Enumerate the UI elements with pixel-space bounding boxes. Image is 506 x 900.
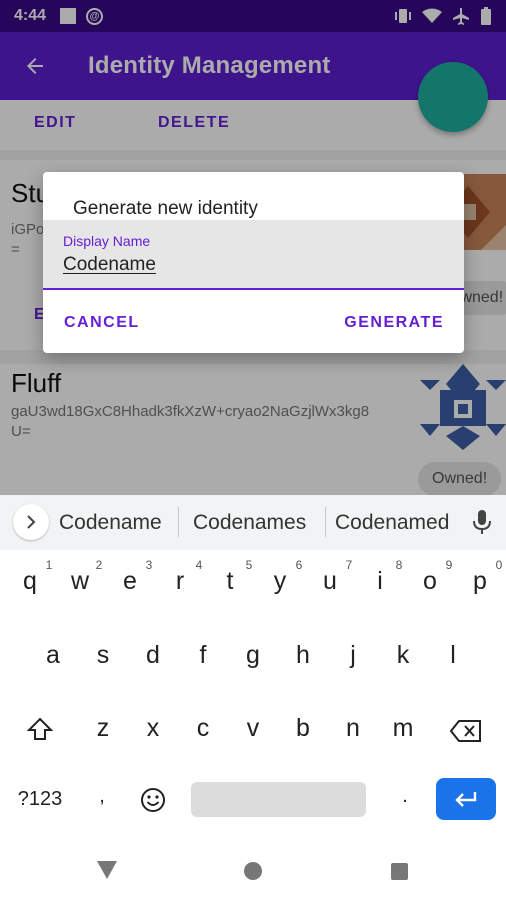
cancel-button[interactable]: CANCEL bbox=[64, 314, 140, 332]
key-v[interactable]: v bbox=[228, 714, 278, 743]
enter-arrow-icon bbox=[455, 792, 477, 807]
key-a[interactable]: a bbox=[28, 641, 78, 670]
dialog-title: Generate new identity bbox=[73, 198, 258, 219]
emoji-icon[interactable] bbox=[140, 787, 166, 813]
chevron-right-icon bbox=[27, 515, 36, 529]
key-j[interactable]: j bbox=[328, 641, 378, 670]
key-z[interactable]: z bbox=[78, 714, 128, 743]
key-hint: 0 bbox=[495, 558, 503, 572]
key-c[interactable]: c bbox=[178, 714, 228, 743]
shift-icon[interactable] bbox=[27, 717, 53, 741]
suggestion-item[interactable]: Codenames bbox=[193, 511, 306, 535]
key-n[interactable]: n bbox=[328, 714, 378, 743]
display-name-input[interactable]: Codename bbox=[63, 254, 156, 276]
key-m[interactable]: m bbox=[378, 714, 428, 743]
soft-keyboard: Codename Codenames Codenamed ?123 , . q1… bbox=[0, 495, 506, 835]
backspace-icon[interactable] bbox=[450, 720, 482, 742]
key-l[interactable]: l bbox=[428, 641, 478, 670]
key-f[interactable]: f bbox=[178, 641, 228, 670]
period-key[interactable]: . bbox=[395, 785, 415, 808]
key-s[interactable]: s bbox=[78, 641, 128, 670]
generate-button[interactable]: GENERATE bbox=[344, 314, 444, 332]
symbols-key[interactable]: ?123 bbox=[14, 788, 66, 811]
nav-home-icon[interactable] bbox=[244, 862, 262, 880]
key-k[interactable]: k bbox=[378, 641, 428, 670]
key-x[interactable]: x bbox=[128, 714, 178, 743]
nav-back-icon[interactable] bbox=[97, 861, 117, 879]
expand-toolbar-button[interactable] bbox=[13, 504, 49, 540]
suggestion-divider bbox=[325, 507, 326, 537]
display-name-field[interactable]: Display Name Codename bbox=[43, 220, 464, 290]
suggestion-item[interactable]: Codenamed bbox=[335, 511, 449, 535]
enter-key[interactable] bbox=[436, 778, 496, 820]
key-b[interactable]: b bbox=[278, 714, 328, 743]
microphone-icon[interactable] bbox=[470, 508, 494, 536]
suggestion-item[interactable]: Codename bbox=[59, 511, 162, 535]
nav-recents-icon[interactable] bbox=[391, 863, 408, 880]
key-g[interactable]: g bbox=[228, 641, 278, 670]
suggestion-divider bbox=[178, 507, 179, 537]
generate-identity-dialog: Generate new identity Display Name Coden… bbox=[43, 172, 464, 353]
key-d[interactable]: d bbox=[128, 641, 178, 670]
display-name-label: Display Name bbox=[63, 233, 151, 249]
comma-key[interactable]: , bbox=[92, 785, 112, 808]
navigation-bar bbox=[0, 835, 506, 900]
suggestion-bar: Codename Codenames Codenamed bbox=[0, 495, 506, 550]
key-h[interactable]: h bbox=[278, 641, 328, 670]
space-key[interactable] bbox=[191, 782, 366, 817]
